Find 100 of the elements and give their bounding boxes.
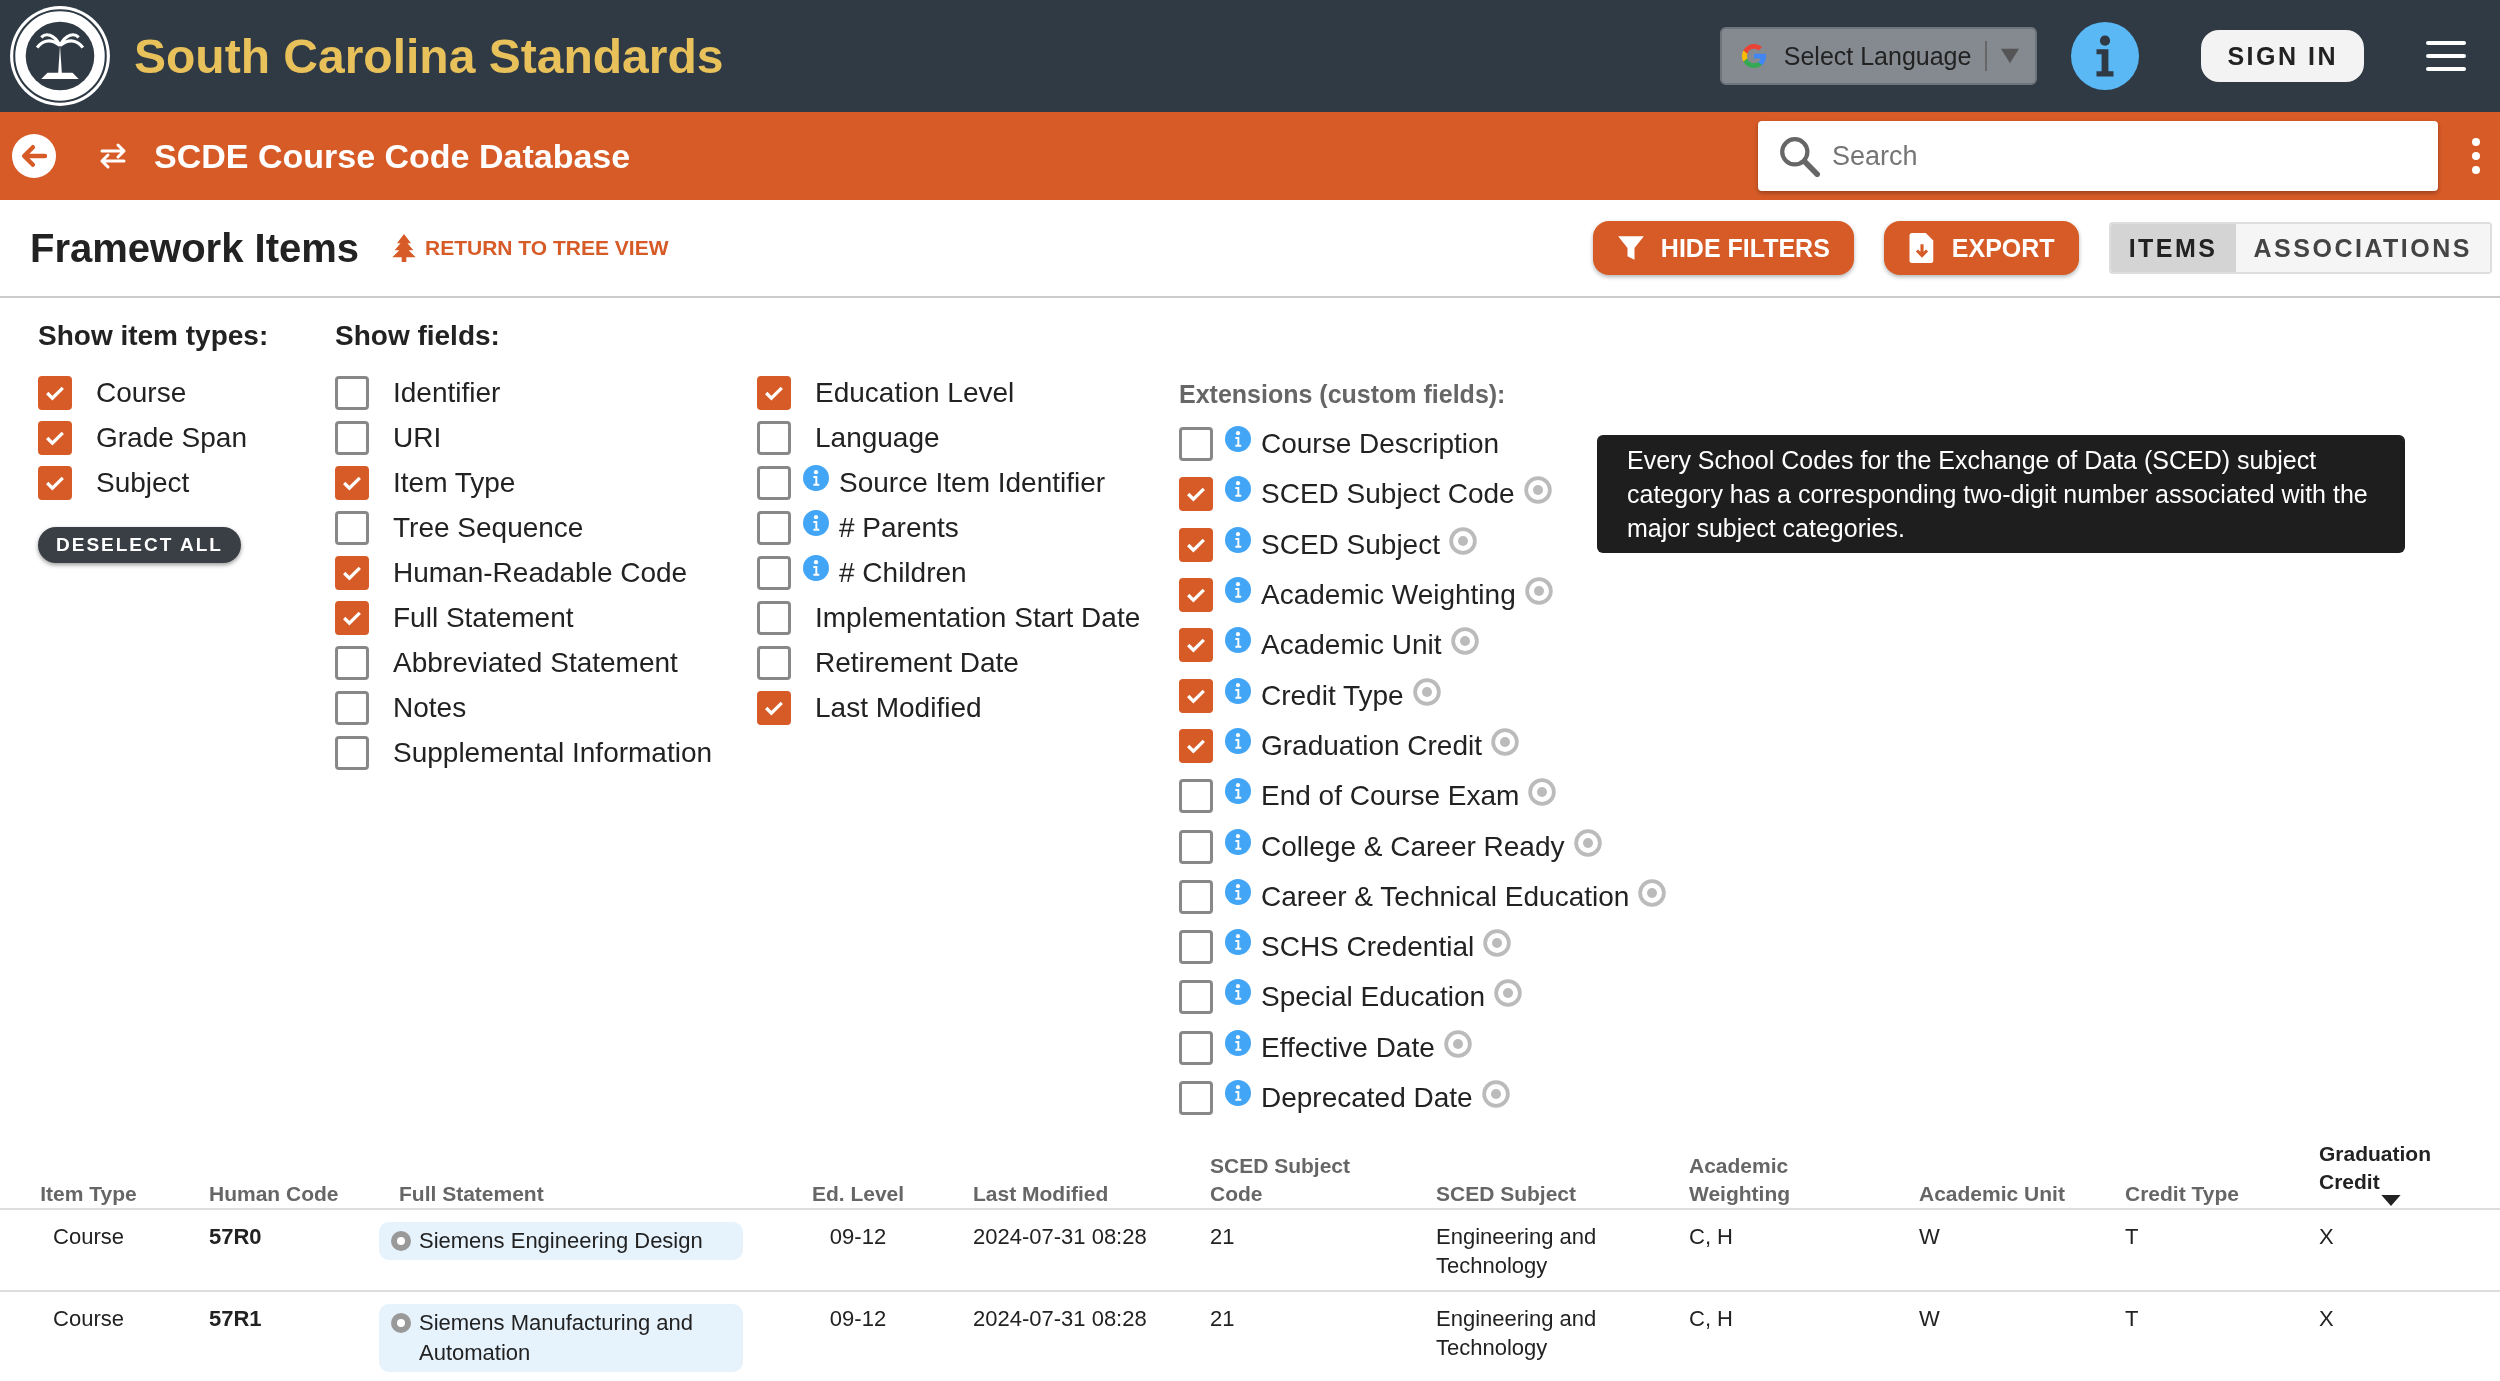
eye-icon[interactable]	[1480, 1079, 1511, 1109]
checkbox[interactable]	[757, 600, 791, 635]
checkbox[interactable]	[1179, 1081, 1213, 1115]
checkbox[interactable]	[1179, 879, 1213, 914]
checkbox-label[interactable]: Effective Date	[1261, 1031, 1435, 1064]
checkbox[interactable]	[757, 465, 791, 500]
checkbox[interactable]	[757, 375, 791, 410]
checkbox[interactable]	[335, 735, 369, 770]
checkbox-label[interactable]: Course Description	[1261, 428, 1500, 461]
checkbox-label[interactable]: Subject	[96, 466, 190, 499]
checkbox[interactable]	[335, 645, 369, 680]
column-header[interactable]: Full Statement	[379, 1180, 799, 1208]
back-icon[interactable]	[12, 134, 56, 178]
deselect-all-button[interactable]: DESELECT ALL	[38, 527, 241, 563]
checkbox[interactable]	[1179, 527, 1213, 562]
checkbox[interactable]	[1179, 829, 1213, 864]
checkbox-label[interactable]: Last Modified	[815, 691, 982, 724]
return-link[interactable]: RETURN TO TREE VIEW	[391, 234, 669, 262]
eye-icon[interactable]	[1482, 928, 1513, 959]
column-header[interactable]: Human Code	[209, 1180, 379, 1208]
more-icon[interactable]	[2470, 136, 2482, 176]
eye-icon[interactable]	[1447, 525, 1478, 556]
info-icon[interactable]	[803, 554, 829, 581]
checkbox-label[interactable]: Full Statement	[393, 601, 574, 634]
checkbox-label[interactable]: Grade Span	[96, 421, 247, 454]
checkbox-label[interactable]: College & Career Ready	[1261, 830, 1565, 863]
checkbox[interactable]	[38, 465, 72, 500]
checkbox-label[interactable]: Identifier	[393, 376, 501, 409]
checkbox[interactable]	[1179, 930, 1213, 965]
checkbox-label[interactable]: Academic Unit	[1261, 629, 1442, 662]
column-header[interactable]: Item Type	[24, 1180, 209, 1208]
checkbox[interactable]	[335, 600, 369, 635]
checkbox-label[interactable]: Special Education	[1261, 981, 1486, 1014]
view-tab[interactable]: ITEMS	[2110, 224, 2236, 272]
column-header[interactable]: Academic Unit	[1919, 1180, 2125, 1208]
swap-icon[interactable]	[98, 141, 128, 171]
checkbox-label[interactable]: # Children	[839, 556, 967, 589]
checkbox-label[interactable]: # Parents	[839, 511, 959, 544]
checkbox-label[interactable]: End of Course Exam	[1261, 780, 1520, 813]
info-icon[interactable]	[1225, 677, 1251, 704]
checkbox[interactable]	[1179, 1030, 1213, 1065]
checkbox-label[interactable]: Deprecated Date	[1261, 1082, 1473, 1114]
info-icon[interactable]	[1225, 979, 1251, 1006]
checkbox-label[interactable]: Retirement Date	[815, 646, 1019, 679]
checkbox[interactable]	[757, 510, 791, 545]
checkbox[interactable]	[1179, 728, 1213, 763]
language-select[interactable]: Select Language	[1719, 27, 2038, 85]
checkbox[interactable]	[335, 465, 369, 500]
checkbox-label[interactable]: Implementation Start Date	[815, 601, 1141, 634]
checkbox[interactable]	[757, 555, 791, 590]
checkbox[interactable]	[1179, 477, 1213, 512]
site-title[interactable]: South Carolina Standards	[134, 28, 724, 84]
eye-icon[interactable]	[1449, 626, 1480, 657]
checkbox-label[interactable]: SCED Subject Code	[1261, 478, 1515, 511]
checkbox-label[interactable]: Source Item Identifier	[839, 466, 1106, 499]
checkbox[interactable]	[757, 690, 791, 725]
checkbox[interactable]	[1179, 678, 1213, 713]
checkbox-label[interactable]: Academic Weighting	[1261, 579, 1516, 612]
checkbox[interactable]	[335, 555, 369, 590]
checkbox-label[interactable]: SCED Subject	[1261, 528, 1440, 561]
checkbox-label[interactable]: Tree Sequence	[393, 511, 584, 544]
eye-icon[interactable]	[1523, 576, 1554, 607]
checkbox-label[interactable]: Supplemental Information	[393, 736, 713, 769]
checkbox-label[interactable]: Language	[815, 421, 940, 454]
info-icon[interactable]	[1225, 577, 1251, 604]
checkbox-label[interactable]: Career & Technical Education	[1261, 880, 1630, 913]
checkbox[interactable]	[1179, 980, 1213, 1015]
export-button[interactable]: EXPORT	[1883, 221, 2079, 275]
sign-in-button[interactable]: SIGN IN	[2201, 30, 2364, 82]
column-header[interactable]: SCED Subject Code	[1210, 1152, 1436, 1208]
checkbox-label[interactable]: Course	[96, 376, 187, 409]
checkbox[interactable]	[1179, 628, 1213, 663]
column-header[interactable]: SCED Subject	[1436, 1180, 1689, 1208]
info-icon[interactable]	[1225, 526, 1251, 553]
statement-chip[interactable]: Siemens Manufacturing and Automation	[379, 1304, 743, 1372]
eye-icon[interactable]	[1442, 1028, 1473, 1059]
info-icon[interactable]	[803, 464, 829, 491]
checkbox-label[interactable]: Graduation Credit	[1261, 729, 1482, 762]
search-field[interactable]: Search	[1758, 121, 2438, 191]
statement-chip[interactable]: Siemens Engineering Design	[379, 1222, 743, 1260]
checkbox-label[interactable]: URI	[393, 421, 442, 454]
checkbox[interactable]	[757, 420, 791, 455]
checkbox[interactable]	[38, 420, 72, 455]
checkbox[interactable]	[757, 645, 791, 680]
column-header[interactable]: Last Modified	[973, 1180, 1210, 1208]
view-tab[interactable]: ASSOCIATIONS	[2235, 224, 2490, 272]
eye-icon[interactable]	[1411, 676, 1442, 707]
checkbox-label[interactable]: Abbreviated Statement	[393, 646, 678, 679]
column-header[interactable]: Graduation Credit	[2319, 1140, 2500, 1208]
checkbox-label[interactable]: SCHS Credential	[1261, 931, 1475, 964]
info-icon[interactable]	[1225, 929, 1251, 956]
seal-logo[interactable]	[8, 4, 112, 108]
info-icon[interactable]	[2071, 22, 2140, 90]
checkbox-label[interactable]: Credit Type	[1261, 679, 1404, 712]
checkbox[interactable]	[38, 375, 72, 410]
info-icon[interactable]	[1225, 778, 1251, 805]
eye-icon[interactable]	[1490, 726, 1520, 757]
checkbox[interactable]	[335, 690, 369, 725]
checkbox-label[interactable]: Notes	[393, 691, 467, 724]
column-header[interactable]: Ed. Level	[799, 1180, 973, 1208]
